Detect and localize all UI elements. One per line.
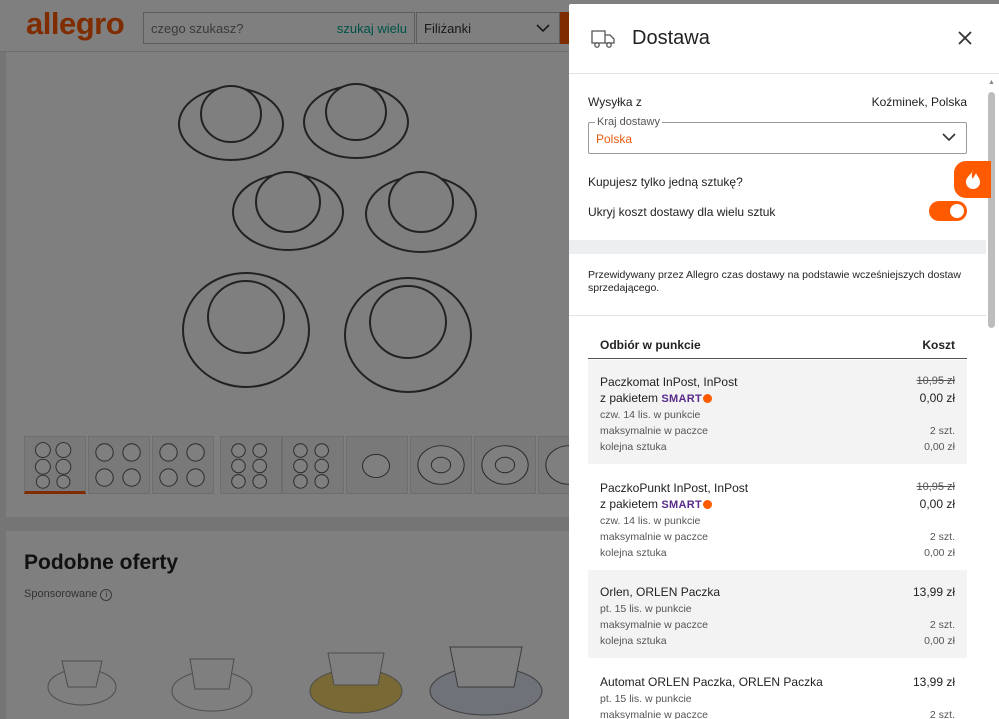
country-select-label: Kraj dostawy (595, 116, 662, 128)
panel-header: Dostawa (569, 4, 999, 74)
option-price: 13,99 zł (912, 585, 955, 599)
close-icon[interactable] (957, 30, 973, 46)
floating-action-button[interactable] (954, 161, 991, 198)
max-per-package-label: maksymalnie w paczce (600, 531, 708, 543)
flame-icon (966, 169, 980, 189)
max-per-package-value: 2 szt. (929, 531, 955, 543)
scroll-thumb[interactable] (988, 92, 995, 328)
delivery-option-row: Orlen, ORLEN Paczka 13,99 zł pt. 15 lis.… (588, 570, 967, 658)
panel-title: Dostawa (632, 27, 710, 49)
option-price: 0,00 zł (919, 391, 955, 405)
pickup-column-header: Odbiór w punkcie (600, 338, 701, 352)
chevron-down-icon (942, 133, 956, 142)
max-per-package-label: maksymalnie w paczce (600, 425, 708, 437)
max-per-package-value: 2 szt. (929, 709, 955, 719)
max-per-package-label: maksymalnie w paczce (600, 709, 708, 719)
ship-from-value: Koźminek, Polska (871, 95, 967, 109)
option-eta: czw. 14 lis. w punkcie (600, 409, 701, 421)
smart-prefix: z pakietem (600, 497, 659, 511)
option-name: Automat ORLEN Paczka, ORLEN Paczka (600, 675, 823, 689)
divider (569, 315, 986, 316)
scroll-up-icon[interactable]: ▲ (988, 79, 995, 86)
smart-badge-icon (702, 394, 712, 403)
next-item-label: kolejna sztuka (600, 547, 667, 559)
smart-logo: SMART (661, 393, 702, 405)
option-name: Orlen, ORLEN Paczka (600, 585, 721, 599)
delivery-panel: Dostawa ▲ Wysyłka z Koźminek, Polska Kra… (569, 4, 999, 719)
option-eta: pt. 15 lis. w punkcie (600, 693, 692, 705)
option-price: 13,99 zł (912, 675, 955, 689)
cost-column-header: Koszt (922, 338, 955, 352)
option-price: 0,00 zł (919, 497, 955, 511)
delivery-option-row: PaczkoPunkt InPost, InPost 10,95 zł z pa… (588, 466, 967, 570)
toggle-knob (950, 204, 964, 218)
next-item-label: kolejna sztuka (600, 441, 667, 453)
country-select-value: Polska (596, 132, 633, 146)
option-old-price: 10,95 zł (916, 481, 955, 493)
hide-cost-toggle[interactable] (929, 201, 967, 221)
smart-package-label: z pakietem SMART (600, 497, 712, 511)
section-divider (569, 240, 986, 254)
delivery-option-row: Automat ORLEN Paczka, ORLEN Paczka 13,99… (588, 660, 967, 719)
max-per-package-value: 2 szt. (929, 619, 955, 631)
ship-from-label: Wysyłka z (588, 95, 642, 109)
next-item-value: 0,00 zł (924, 547, 955, 559)
truck-icon (591, 30, 615, 48)
next-item-label: kolejna sztuka (600, 635, 667, 647)
smart-logo: SMART (661, 499, 702, 511)
option-old-price: 10,95 zł (916, 375, 955, 387)
option-name: PaczkoPunkt InPost, InPost (600, 481, 749, 495)
option-name: Paczkomat InPost, InPost (600, 375, 738, 389)
option-eta: czw. 14 lis. w punkcie (600, 515, 701, 527)
smart-package-label: z pakietem SMART (600, 391, 712, 405)
next-item-value: 0,00 zł (924, 635, 955, 647)
max-per-package-label: maksymalnie w paczce (600, 619, 708, 631)
single-item-question: Kupujesz tylko jedną sztukę? (588, 175, 743, 189)
option-eta: pt. 15 lis. w punkcie (600, 603, 692, 615)
delivery-option-row: Paczkomat InPost, InPost 10,95 zł z paki… (588, 360, 967, 464)
next-item-value: 0,00 zł (924, 441, 955, 453)
smart-badge-icon (702, 500, 712, 509)
delivery-estimate-note: Przewidywany przez Allegro czas dostawy … (588, 269, 961, 294)
max-per-package-value: 2 szt. (929, 425, 955, 437)
country-select[interactable]: Kraj dostawy Polska (588, 116, 967, 154)
smart-prefix: z pakietem (600, 391, 659, 405)
hide-cost-label: Ukryj koszt dostawy dla wielu sztuk (588, 205, 776, 219)
pickup-table-header: Odbiór w punkcie Koszt (588, 336, 967, 359)
